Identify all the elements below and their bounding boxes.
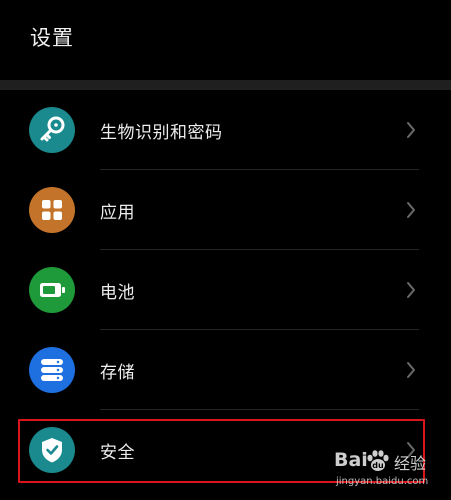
battery-icon bbox=[29, 267, 75, 313]
chevron-right-icon bbox=[404, 360, 418, 380]
settings-item-label: 电池 bbox=[100, 283, 135, 303]
chevron-right-icon bbox=[404, 280, 418, 300]
page-title: 设置 bbox=[30, 26, 74, 50]
apps-grid-icon bbox=[29, 187, 75, 233]
settings-item-apps[interactable]: 应用 bbox=[0, 170, 451, 250]
settings-item-label: 存储 bbox=[100, 363, 135, 383]
settings-item-label: 生物识别和密码 bbox=[100, 123, 223, 143]
watermark-brand: Bai bbox=[334, 449, 368, 471]
baidu-jingyan-watermark: Bai du 经验 jingyan.baidu.com bbox=[332, 447, 450, 500]
settings-item-label: 应用 bbox=[100, 203, 135, 223]
header: 设置 bbox=[0, 0, 451, 80]
paw-icon: du bbox=[365, 449, 391, 477]
settings-item-storage[interactable]: 存储 bbox=[0, 330, 451, 410]
header-divider bbox=[0, 80, 451, 90]
watermark-url: jingyan.baidu.com bbox=[336, 476, 429, 487]
settings-item-biometrics[interactable]: 生物识别和密码 bbox=[0, 90, 451, 170]
storage-icon bbox=[29, 347, 75, 393]
chevron-right-icon bbox=[404, 200, 418, 220]
settings-item-battery[interactable]: 电池 bbox=[0, 250, 451, 330]
watermark-suffix: 经验 bbox=[394, 454, 427, 473]
chevron-right-icon bbox=[404, 120, 418, 140]
svg-text:du: du bbox=[372, 461, 384, 470]
key-icon bbox=[29, 107, 75, 153]
